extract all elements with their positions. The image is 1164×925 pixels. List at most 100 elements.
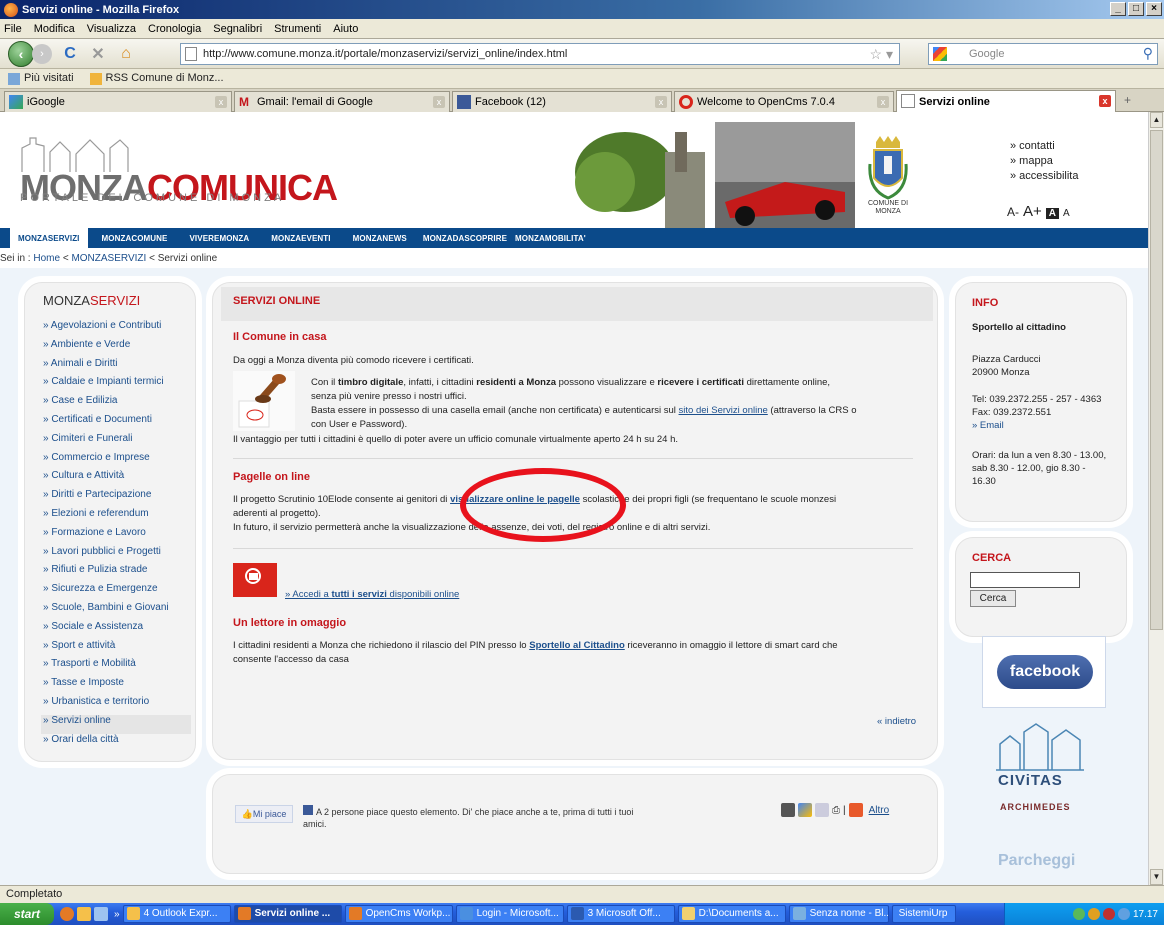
sidebar-item[interactable]: » Cultura e Attività <box>41 470 191 489</box>
link-accedi[interactable]: » Accedi a <box>285 589 331 600</box>
taskbar-item-outlook[interactable]: 4 Outlook Expr... <box>122 905 231 923</box>
minimize-button[interactable]: _ <box>1110 2 1126 16</box>
link-accessibilita[interactable]: » accessibilita <box>1010 169 1078 184</box>
scroll-up-icon[interactable]: ▲ <box>1150 112 1163 128</box>
stop-icon[interactable]: ✕ <box>88 44 108 64</box>
taskbar-item-documents[interactable]: D:\Documents a... <box>677 905 786 923</box>
close-tab-icon[interactable]: x <box>1099 95 1111 107</box>
nav-monzacomune[interactable]: MONZACOMUNE <box>94 234 176 243</box>
print-icon[interactable]: ⎙ <box>832 805 840 816</box>
back-button[interactable]: ‹ <box>8 40 34 67</box>
link-sportello-cittadino[interactable]: Sportello al Cittadino <box>529 640 625 651</box>
bookmark-rss[interactable]: RSS Comune di Monz... <box>89 72 224 85</box>
nav-viveremonza[interactable]: VIVEREMONZA <box>182 234 258 243</box>
sidebar-item[interactable]: » Case e Edilizia <box>41 395 191 414</box>
nav-monzanews[interactable]: MONZANEWS <box>345 234 415 243</box>
access-all-services[interactable]: » Accedi a tutti i servizi disponibili o… <box>285 588 459 602</box>
sidebar-item[interactable]: » Trasporti e Mobilità <box>41 658 191 677</box>
font-increase-button[interactable]: A+ <box>1023 203 1042 220</box>
sidebar-item[interactable]: » Cimiteri e Funerali <box>41 433 191 452</box>
link-contatti[interactable]: » contatti <box>1010 139 1078 154</box>
tab-servizi-online[interactable]: Servizi online x <box>896 90 1116 112</box>
clock[interactable]: 17.17 <box>1133 909 1158 920</box>
taskbar-toolbar-sistemiurp[interactable]: SistemiUrp <box>891 905 956 923</box>
desktop-icon[interactable] <box>94 907 108 921</box>
sidebar-item[interactable]: » Agevolazioni e Contributi <box>41 320 191 339</box>
search-icon[interactable]: ⚲ <box>1143 45 1153 62</box>
plus-icon[interactable] <box>848 803 863 817</box>
home-icon[interactable]: ⌂ <box>116 44 136 64</box>
sidebar-item[interactable]: » Scuole, Bambini e Giovani <box>41 602 191 621</box>
tray-network-icon[interactable] <box>1072 908 1085 920</box>
sidebar-item[interactable]: » Sport e attività <box>41 640 191 659</box>
taskbar-item-notepad[interactable]: Senza nome - Bl... <box>788 905 889 923</box>
scroll-down-icon[interactable]: ▼ <box>1150 869 1163 885</box>
outlook-icon[interactable] <box>77 907 91 921</box>
nav-monzadascoprire[interactable]: MONZADASCOPRIRE <box>415 234 515 243</box>
nav-monzaservizi[interactable]: MONZASERVIZI <box>10 228 88 248</box>
font-decrease-button[interactable]: A- <box>1007 205 1019 219</box>
altro-link[interactable]: Altro <box>869 805 890 816</box>
email-icon[interactable] <box>815 803 829 817</box>
menu-modifica[interactable]: Modifica <box>34 23 75 35</box>
site-search-input[interactable] <box>970 572 1080 588</box>
tab-opencms[interactable]: Welcome to OpenCms 7.0.4 x <box>674 91 894 112</box>
close-tab-icon[interactable]: x <box>433 96 445 108</box>
contrast-high-button[interactable]: A <box>1045 208 1059 219</box>
link-mappa[interactable]: » mappa <box>1010 154 1078 169</box>
sidebar-item[interactable]: » Sociale e Assistenza <box>41 621 191 640</box>
link-disponibili-online[interactable]: disponibili online <box>387 589 460 600</box>
facebook-banner[interactable]: facebook <box>982 636 1106 708</box>
menu-segnalibri[interactable]: Segnalibri <box>213 23 262 35</box>
menu-cronologia[interactable]: Cronologia <box>148 23 201 35</box>
forward-button[interactable]: › <box>32 43 52 64</box>
link-tutti-servizi[interactable]: tutti i servizi <box>331 589 386 600</box>
menu-visualizza[interactable]: Visualizza <box>87 23 136 35</box>
online-services-icon[interactable] <box>233 563 277 597</box>
parcheggi-banner[interactable]: Parcheggi <box>998 852 1075 870</box>
taskbar-item-firefox[interactable]: Servizi online ... <box>233 905 342 923</box>
sidebar-item[interactable]: » Urbanistica e territorio <box>41 696 191 715</box>
firefox-icon[interactable] <box>60 907 74 921</box>
google-icon[interactable] <box>798 803 812 817</box>
breadcrumb-home[interactable]: Home <box>33 253 60 264</box>
nav-monzaeventi[interactable]: MONZAEVENTI <box>263 234 338 243</box>
scroll-thumb[interactable] <box>1150 130 1163 630</box>
tray-antivirus-icon[interactable] <box>1102 908 1115 920</box>
tab-facebook[interactable]: Facebook (12) x <box>452 91 672 112</box>
search-button[interactable]: Cerca <box>970 590 1016 607</box>
bookmark-star-icon[interactable]: ☆ ▾ <box>870 46 893 63</box>
sidebar-item[interactable]: » Animali e Diritti <box>41 358 191 377</box>
nav-monzamobilita[interactable]: MONZAMOBILITA' <box>515 234 594 243</box>
close-tab-icon[interactable]: x <box>877 96 889 108</box>
sidebar-item[interactable]: » Tasse e Imposte <box>41 677 191 696</box>
tab-gmail[interactable]: M Gmail: l'email di Google x <box>234 91 450 112</box>
tray-volume-icon[interactable] <box>1117 908 1130 920</box>
search-bar[interactable]: Google ⚲ <box>928 43 1158 65</box>
sidebar-item[interactable]: » Orari della città <box>41 734 191 753</box>
link-sito-servizi-online[interactable]: sito dei Servizi online <box>679 405 768 416</box>
myspace-icon[interactable] <box>781 803 795 817</box>
tray-security-icon[interactable] <box>1087 908 1100 920</box>
bookmark-most-visited[interactable]: Più visitati <box>8 72 74 85</box>
taskbar-item-office[interactable]: 3 Microsoft Off... <box>566 905 675 923</box>
sidebar-item[interactable]: » Rifiuti e Pulizia strade <box>41 564 191 583</box>
email-link[interactable]: » Email <box>972 419 1101 432</box>
sidebar-item[interactable]: » Caldaie e Impianti termici <box>41 376 191 395</box>
breadcrumb-monzaservizi[interactable]: MONZASERVIZI <box>71 253 146 264</box>
url-bar[interactable]: http://www.comune.monza.it/portale/monza… <box>180 43 900 65</box>
sidebar-item[interactable]: » Commercio e Imprese <box>41 452 191 471</box>
close-tab-icon[interactable]: x <box>215 96 227 108</box>
page-scrollbar[interactable]: ▲ ▼ <box>1148 112 1164 885</box>
sidebar-item[interactable]: » Diritti e Partecipazione <box>41 489 191 508</box>
menu-aiuto[interactable]: Aiuto <box>333 23 358 35</box>
start-button[interactable]: start <box>0 903 54 925</box>
sidebar-item[interactable]: » Certificati e Documenti <box>41 414 191 433</box>
sidebar-item[interactable]: » Formazione e Lavoro <box>41 527 191 546</box>
reload-icon[interactable]: C <box>60 44 80 64</box>
taskbar-item-login[interactable]: Login - Microsoft... <box>455 905 564 923</box>
taskbar-item-opencms[interactable]: OpenCms Workp... <box>344 905 453 923</box>
contrast-normal-button[interactable]: A <box>1063 208 1070 219</box>
close-tab-icon[interactable]: x <box>655 96 667 108</box>
sidebar-item[interactable]: » Lavori pubblici e Progetti <box>41 546 191 565</box>
